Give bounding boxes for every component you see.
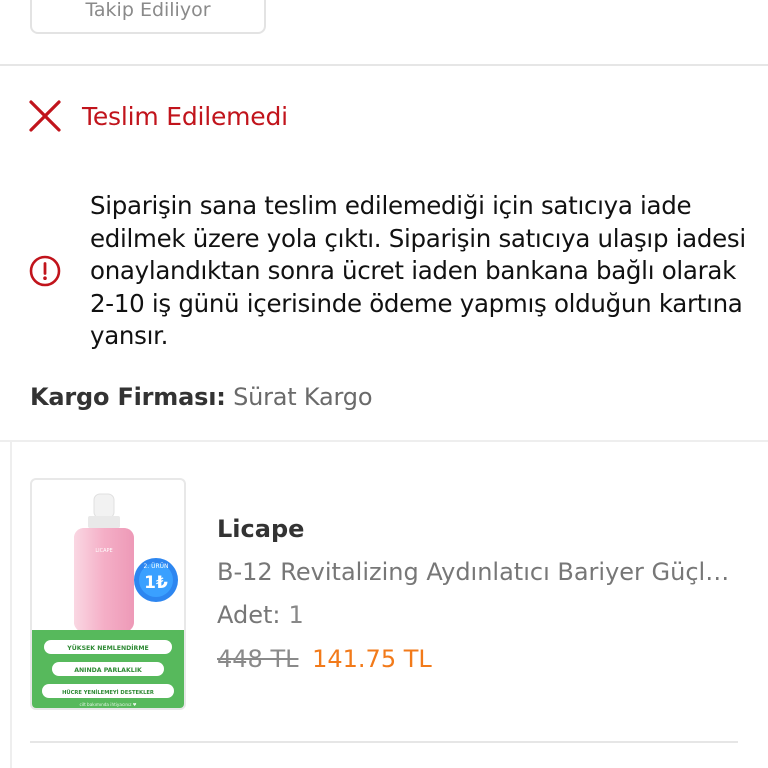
close-icon xyxy=(28,99,62,133)
product-name[interactable]: B-12 Revitalizing Aydınlatıcı Bariyer Gü… xyxy=(217,558,737,586)
cargo-label: Kargo Firması: xyxy=(30,383,226,411)
product-quantity: Adet: 1 xyxy=(217,601,304,629)
product-price: 448 TL 141.75 TL xyxy=(217,645,432,673)
product-image[interactable]: LICAPE 2. ÜRÜN 1₺ YÜKSEK NEMLENDİRME ANI… xyxy=(30,478,186,710)
delivery-status: Teslim Edilemedi xyxy=(28,99,288,133)
new-price: 141.75 TL xyxy=(312,645,432,673)
status-label: Teslim Edilemedi xyxy=(82,101,288,131)
banner-2: ANINDA PARLAKLIK xyxy=(74,667,142,674)
banner-3: HÜCRE YENİLEMEYİ DESTEKLER xyxy=(62,689,154,696)
cargo-value: Sürat Kargo xyxy=(233,383,373,411)
panel-border xyxy=(10,442,12,768)
badge-main-text: 1₺ xyxy=(144,573,168,593)
image-footer: cilt bakımında ihtiyacınız ♥ xyxy=(79,702,136,707)
divider xyxy=(30,741,738,743)
cargo-company: Kargo Firması: Sürat Kargo xyxy=(30,383,373,411)
product-brand[interactable]: Licape xyxy=(217,515,304,543)
info-icon xyxy=(28,254,62,288)
following-button[interactable]: Takip Ediliyor xyxy=(30,0,266,34)
badge-top-text: 2. ÜRÜN xyxy=(143,563,168,570)
divider xyxy=(0,64,768,66)
bottle-brand-text: LICAPE xyxy=(95,548,112,554)
refund-message: Siparişin sana teslim edilemediği için s… xyxy=(90,191,746,350)
quantity-value: 1 xyxy=(288,601,304,629)
quantity-label: Adet: xyxy=(217,601,281,629)
banner-1: YÜKSEK NEMLENDİRME xyxy=(66,643,148,652)
old-price: 448 TL xyxy=(217,645,299,673)
